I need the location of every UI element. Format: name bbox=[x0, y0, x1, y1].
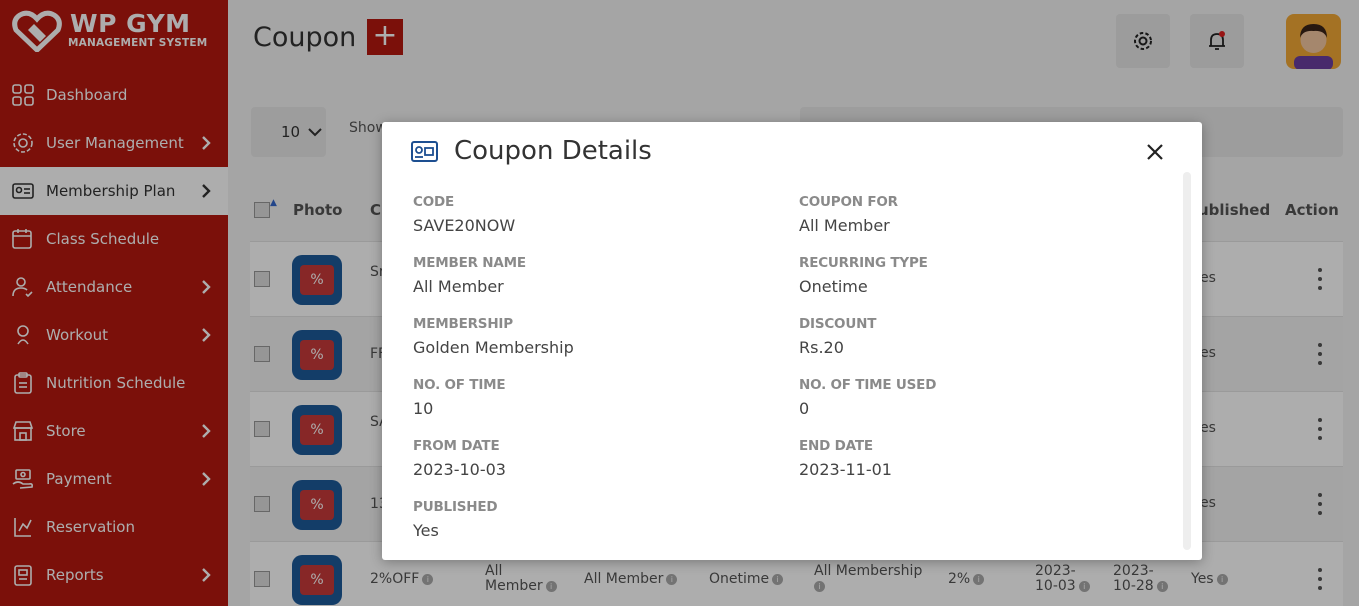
field-label: NO. OF TIME bbox=[413, 377, 506, 393]
field-label: FROM DATE bbox=[413, 438, 500, 454]
field-label: MEMBERSHIP bbox=[413, 316, 513, 332]
field-label: NO. OF TIME USED bbox=[799, 377, 937, 393]
field-value: 2023-11-01 bbox=[799, 460, 892, 479]
field-label: DISCOUNT bbox=[799, 316, 877, 332]
field-no-of-time: NO. OF TIME 10 bbox=[413, 377, 506, 418]
field-label: END DATE bbox=[799, 438, 873, 454]
field-member-name: MEMBER NAME All Member bbox=[413, 255, 526, 296]
coupon-card-icon bbox=[411, 141, 438, 162]
field-recurring-type: RECURRING TYPE Onetime bbox=[799, 255, 928, 296]
modal-title: Coupon Details bbox=[454, 136, 652, 166]
field-coupon-for: COUPON FOR All Member bbox=[799, 194, 898, 235]
field-code: CODE SAVE20NOW bbox=[413, 194, 515, 235]
field-value: Golden Membership bbox=[413, 338, 574, 357]
field-label: CODE bbox=[413, 194, 455, 210]
field-label: PUBLISHED bbox=[413, 499, 498, 515]
field-value: 0 bbox=[799, 399, 810, 418]
field-value: 2023-10-03 bbox=[413, 460, 506, 479]
field-label: MEMBER NAME bbox=[413, 255, 526, 271]
field-end-date: END DATE 2023-11-01 bbox=[799, 438, 892, 479]
field-value: 10 bbox=[413, 399, 434, 418]
field-value: Yes bbox=[413, 521, 439, 540]
field-label: RECURRING TYPE bbox=[799, 255, 928, 271]
field-no-of-time-used: NO. OF TIME USED 0 bbox=[799, 377, 936, 418]
field-value: Rs.20 bbox=[799, 338, 844, 357]
field-discount: DISCOUNT Rs.20 bbox=[799, 316, 876, 357]
field-value: All Member bbox=[799, 216, 890, 235]
field-label: COUPON FOR bbox=[799, 194, 898, 210]
field-from-date: FROM DATE 2023-10-03 bbox=[413, 438, 506, 479]
field-membership: MEMBERSHIP Golden Membership bbox=[413, 316, 574, 357]
modal-scrollbar[interactable] bbox=[1183, 172, 1191, 550]
field-value: Onetime bbox=[799, 277, 868, 296]
close-icon[interactable] bbox=[1144, 141, 1166, 163]
field-value: SAVE20NOW bbox=[413, 216, 516, 235]
field-value: All Member bbox=[413, 277, 504, 296]
field-published: PUBLISHED Yes bbox=[413, 499, 498, 540]
coupon-details-modal: Coupon Details CODE SAVE20NOW COUPON FOR… bbox=[382, 122, 1202, 560]
